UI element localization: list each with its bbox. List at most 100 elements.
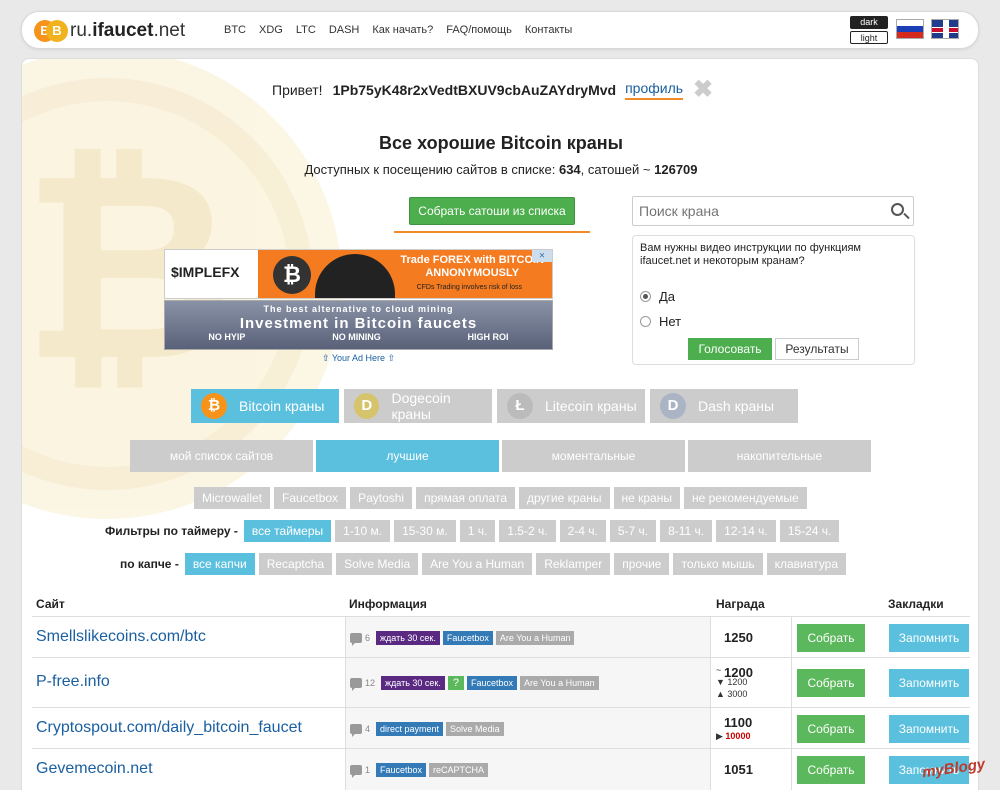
comment-icon[interactable] — [350, 723, 362, 737]
nav-faq[interactable]: FAQ/помощь — [446, 24, 512, 36]
theme-switcher: dark light — [850, 16, 888, 44]
stats-line: Доступных к посещению сайтов в списке: 6… — [304, 162, 698, 177]
ad-banner-simplefx[interactable]: $IMPLEFX ₿ Trade FOREX with BITCOIN ANNON… — [164, 249, 553, 299]
type-tag-2[interactable]: Paytoshi — [350, 487, 413, 509]
timer-filter-option-8[interactable]: 12-14 ч. — [716, 520, 776, 542]
search-box — [632, 196, 914, 226]
captcha-filter-option-3[interactable]: Are You a Human — [422, 553, 533, 575]
captcha-filter-option-5[interactable]: прочие — [614, 553, 670, 575]
search-input[interactable] — [633, 197, 873, 225]
comment-icon[interactable] — [350, 632, 362, 646]
info-label: ждать 30 сек. — [376, 630, 440, 645]
reward-value: 1100 — [724, 715, 753, 730]
timer-filter-option-2[interactable]: 15-30 м. — [394, 520, 456, 542]
comment-count: 4 — [365, 723, 371, 734]
bitcoin-coins-icon: B B — [34, 19, 68, 43]
timer-filter-option-5[interactable]: 2-4 ч. — [559, 520, 606, 542]
ad-close-icon[interactable]: ⨯ — [532, 250, 552, 262]
greeting-hello: Привет! — [272, 82, 323, 98]
captcha-filter-option-1[interactable]: Recaptcha — [258, 553, 333, 575]
type-tag-3[interactable]: прямая оплата — [416, 487, 516, 509]
comment-icon[interactable] — [350, 678, 362, 691]
profile-link[interactable]: профиль — [625, 80, 684, 100]
timer-filter-option-9[interactable]: 15-24 ч. — [779, 520, 840, 542]
captcha-filter-label: по капче - — [120, 557, 179, 571]
type-tag-0[interactable]: Microwallet — [194, 487, 271, 509]
theme-light-button[interactable]: light — [850, 31, 888, 44]
logout-close-icon[interactable]: ✖ — [693, 78, 713, 102]
type-tag-4[interactable]: другие краны — [519, 487, 610, 509]
captcha-filter-option-0[interactable]: все капчи — [184, 553, 255, 575]
russian-flag-icon[interactable] — [896, 19, 924, 39]
table-row: P-free.info 12 ждать 30 сек.? Faucetbox Are … — [32, 658, 970, 708]
results-button[interactable]: Результаты — [775, 338, 859, 360]
collect-satoshi-button[interactable]: Собрать сатоши из списка — [409, 197, 575, 225]
faucet-link[interactable]: P-free.info — [36, 673, 110, 691]
nav-how-to-start[interactable]: Как начать? — [372, 24, 433, 36]
nav-xdg[interactable]: XDG — [259, 24, 283, 36]
timer-filter-option-6[interactable]: 5-7 ч. — [609, 520, 657, 542]
radio-icon[interactable] — [640, 316, 651, 327]
category-tab-3[interactable]: накопительные — [688, 440, 871, 472]
faucet-link[interactable]: Cryptospout.com/daily_bitcoin_faucet — [36, 719, 302, 737]
captcha-filter-option-4[interactable]: Reklamper — [536, 553, 611, 575]
theme-dark-button[interactable]: dark — [850, 16, 888, 29]
poll-option-yes[interactable]: Да — [640, 289, 675, 304]
english-flag-icon[interactable] — [931, 19, 959, 39]
nav-contacts[interactable]: Контакты — [525, 24, 573, 36]
radio-selected-icon[interactable] — [640, 291, 651, 302]
coin-tab-3[interactable]: D Dash краны — [650, 389, 798, 423]
collect-button[interactable]: Собрать — [797, 714, 865, 743]
bookmark-button[interactable]: Запомнить — [889, 623, 969, 652]
table-header: Сайт Информация Награда Закладки — [32, 591, 970, 617]
coin-tab-0[interactable]: ₿ Bitcoin краны — [191, 389, 339, 423]
reward-value: 1051 — [724, 762, 753, 777]
captcha-filter-option-6[interactable]: только мышь — [673, 553, 763, 575]
poll-widget: Вам нужны видео инструкции по функциям i… — [632, 235, 915, 365]
timer-filter-option-3[interactable]: 1 ч. — [459, 520, 496, 542]
info-label: ждать 30 сек. — [381, 676, 445, 690]
category-tabs: мой список сайтов лучшие моментальные накоп… — [130, 440, 874, 472]
coin-tab-1[interactable]: D Dogecoin краны — [344, 389, 492, 423]
your-ad-here-link[interactable]: ⇧ Your Ad Here ⇧ — [164, 353, 553, 364]
coin-tab-2[interactable]: Ł Litecoin краны — [497, 389, 645, 423]
timer-filter-option-4[interactable]: 1.5-2 ч. — [499, 520, 556, 542]
vote-button[interactable]: Голосовать — [688, 338, 772, 360]
captcha-filter-option-2[interactable]: Solve Media — [336, 553, 419, 575]
coin-tabs: ₿ Bitcoin краны D Dogecoin краны Ł Litecoin к… — [191, 389, 803, 423]
collect-button[interactable]: Собрать — [797, 756, 865, 784]
sites-count: 634 — [558, 162, 581, 177]
poll-option-no[interactable]: Нет — [640, 314, 681, 329]
bookmark-button[interactable]: Запомнить — [889, 714, 969, 743]
category-tab-2[interactable]: моментальные — [502, 440, 685, 472]
nav-dash[interactable]: DASH — [329, 24, 360, 36]
nav-ltc[interactable]: LTC — [296, 24, 316, 36]
timer-filter-option-1[interactable]: 1-10 м. — [335, 520, 391, 542]
faucet-link[interactable]: Smellslikecoins.com/btc — [36, 628, 206, 646]
type-tag-6[interactable]: не рекомендуемые — [683, 487, 807, 509]
site-logo[interactable]: B B ru.ifaucet.net — [34, 19, 185, 43]
type-tag-5[interactable]: не краны — [613, 487, 680, 509]
table-row: Cryptospout.com/daily_bitcoin_faucet 4 dir… — [32, 708, 970, 749]
coin-tab-label: Dash краны — [698, 398, 775, 414]
collect-button[interactable]: Собрать — [797, 623, 865, 652]
category-tab-1[interactable]: лучшие — [316, 440, 499, 472]
nav-btc[interactable]: BTC — [224, 24, 246, 36]
logo-text: ru.ifaucet.net — [70, 20, 186, 41]
coin-icon: D — [660, 393, 686, 419]
category-tab-0[interactable]: мой список сайтов — [130, 440, 313, 472]
faucet-link[interactable]: Gevemecoin.net — [36, 760, 153, 778]
comment-icon[interactable] — [350, 765, 362, 778]
type-tag-1[interactable]: Faucetbox — [274, 487, 347, 509]
top-navbar: B B ru.ifaucet.net BTC XDG LTC DASH Как … — [21, 11, 979, 49]
timer-filter-option-0[interactable]: все таймеры — [243, 520, 332, 542]
collect-button[interactable]: Собрать — [797, 669, 865, 697]
bookmark-button[interactable]: Запомнить — [889, 669, 969, 697]
captcha-filter-option-7[interactable]: клавиатура — [766, 553, 847, 575]
ad-disclaimer: CFDs Trading involves risk of loss — [416, 284, 522, 291]
main-nav: BTC XDG LTC DASH Как начать? FAQ/помощь … — [224, 24, 585, 36]
search-icon[interactable] — [891, 203, 904, 216]
timer-filter-option-7[interactable]: 8-11 ч. — [660, 520, 713, 542]
reward-value: 1250 — [724, 629, 753, 645]
ad-banner-investment[interactable]: The best alternative to cloud mining Inv… — [164, 300, 553, 350]
